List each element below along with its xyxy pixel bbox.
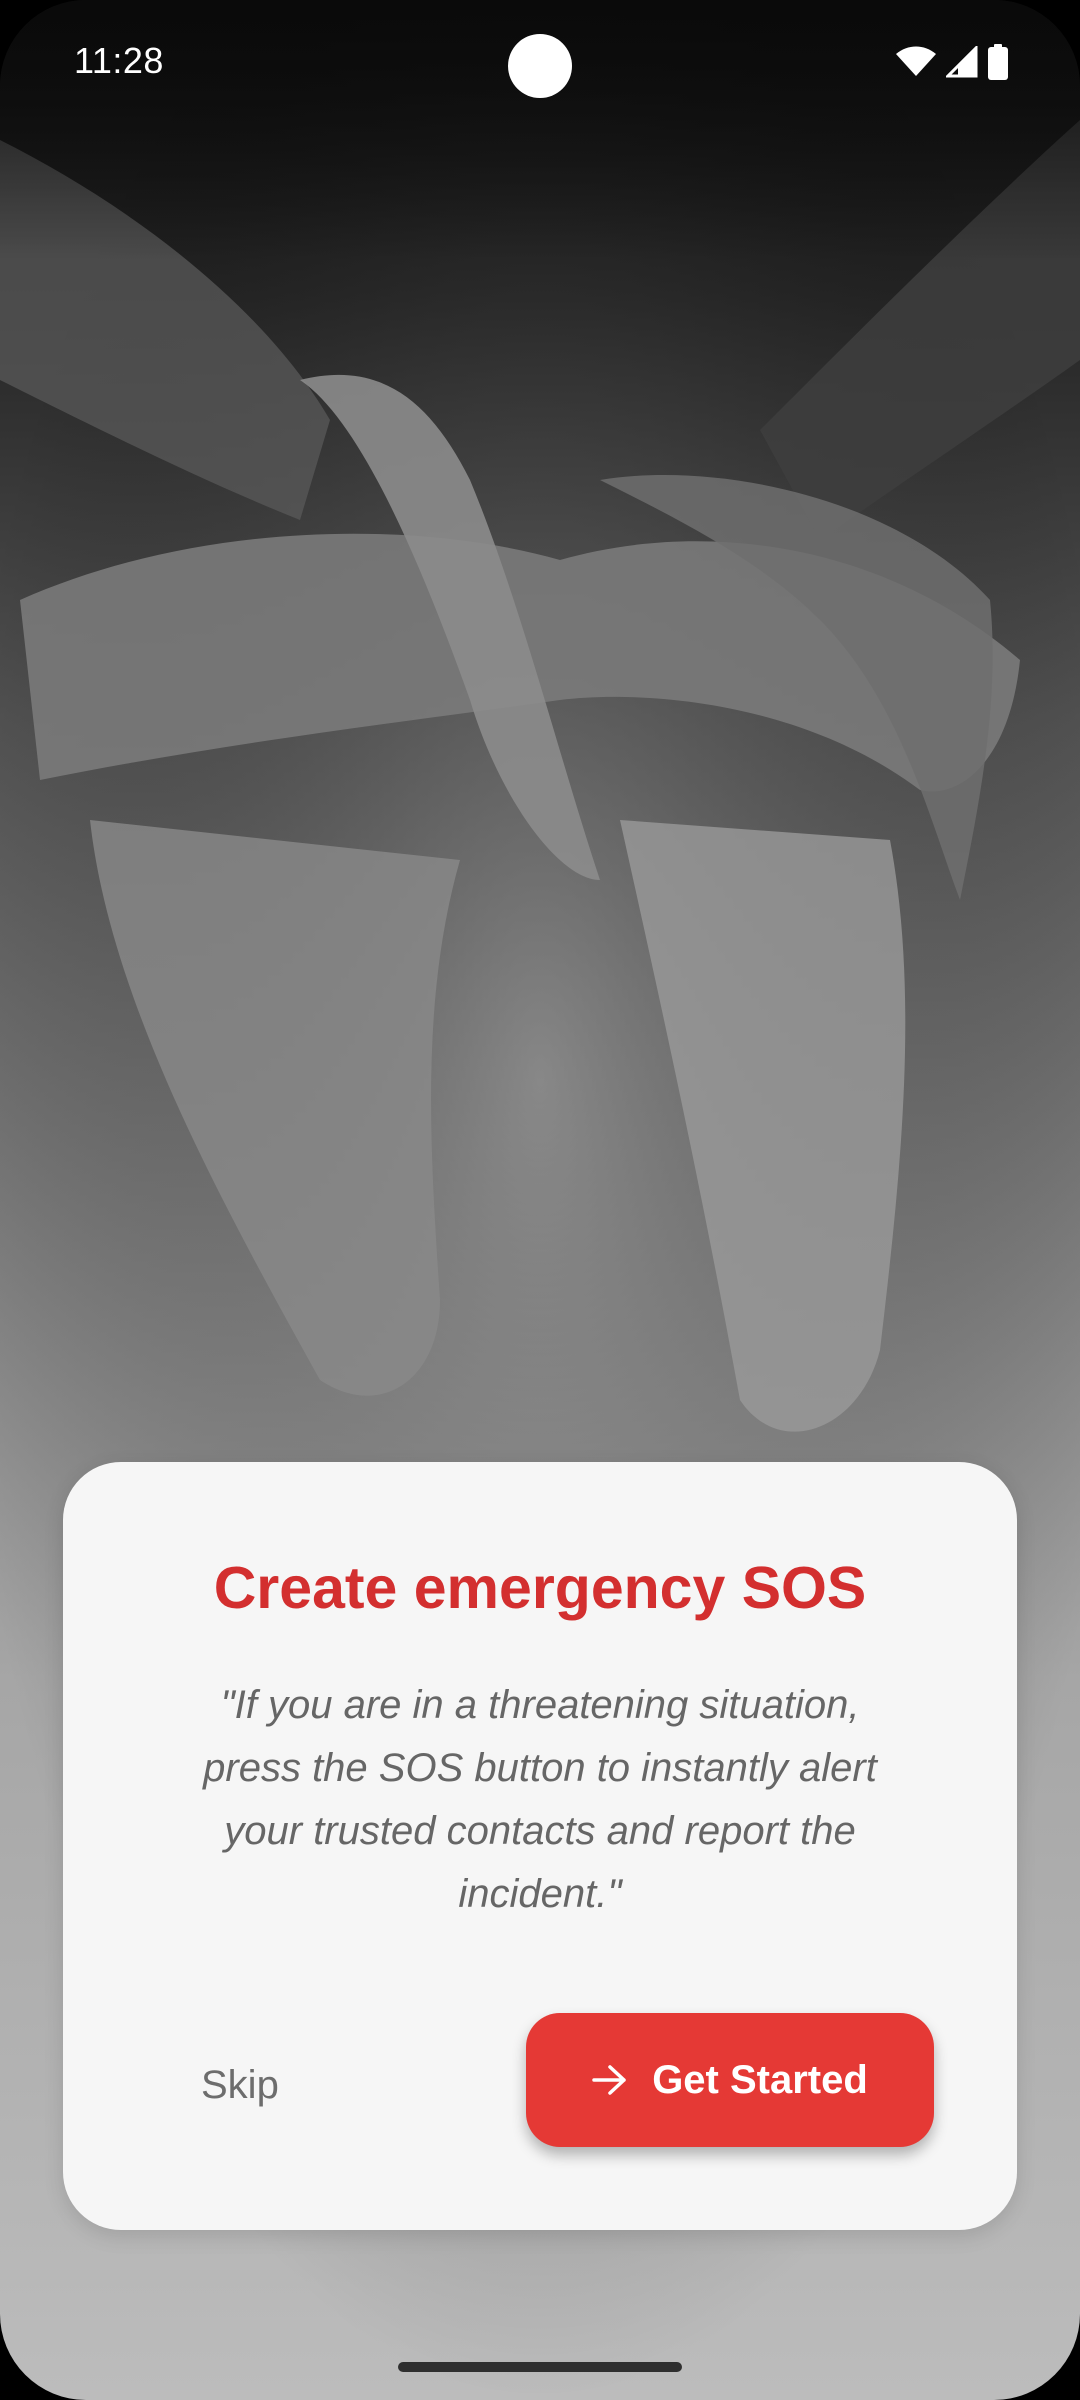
sos-intro-card: Create emergency SOS "If you are in a th…	[63, 1462, 1017, 2230]
wifi-icon	[896, 46, 936, 78]
cellular-signal-icon	[946, 46, 978, 78]
card-title: Create emergency SOS	[213, 1555, 867, 1621]
arrow-right-icon	[592, 2064, 628, 2096]
skip-button[interactable]: Skip	[201, 2050, 279, 2120]
status-bar: 11:28	[0, 0, 1080, 130]
card-quote: "If you are in a threatening situation, …	[203, 1683, 877, 1916]
get-started-button[interactable]: Get Started	[526, 2013, 934, 2147]
battery-icon	[988, 44, 1008, 80]
home-indicator[interactable]	[398, 2362, 682, 2372]
front-camera-cutout	[508, 34, 572, 98]
status-time: 11:28	[74, 40, 164, 81]
get-started-label: Get Started	[652, 2057, 868, 2102]
status-icons	[896, 44, 1008, 80]
onboarding-screen: 11:28 Create emergency SOS "If you are i…	[0, 0, 1080, 2400]
